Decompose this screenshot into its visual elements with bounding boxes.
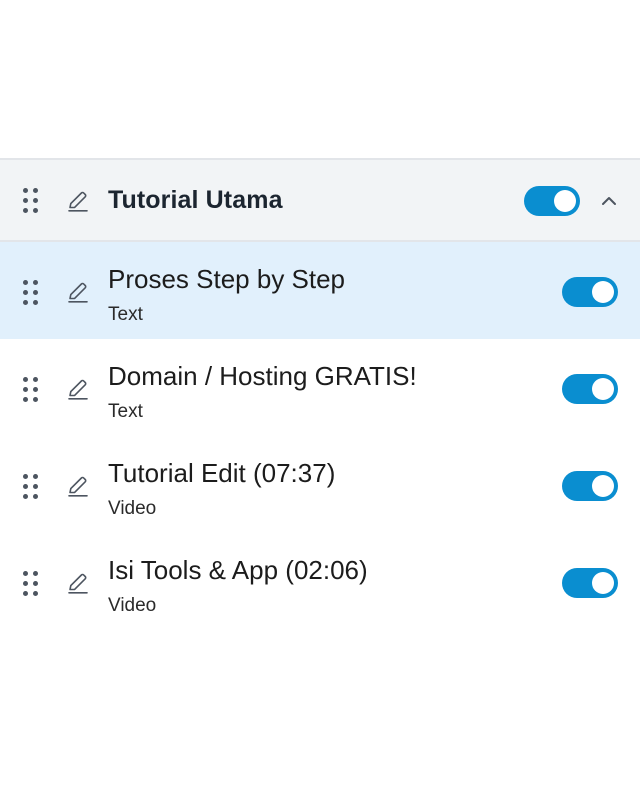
list-item[interactable]: Proses Step by Step Text (0, 242, 640, 339)
item-toggle[interactable] (562, 277, 618, 307)
drag-handle-icon[interactable] (23, 280, 39, 306)
item-type: Text (108, 304, 143, 325)
toggle-knob (554, 190, 576, 212)
drag-handle-icon[interactable] (23, 474, 39, 500)
item-title: Proses Step by Step (108, 264, 346, 294)
item-type: Video (108, 595, 157, 616)
pencil-icon[interactable] (66, 474, 90, 498)
drag-handle-icon[interactable] (23, 377, 39, 403)
item-title: Domain / Hosting GRATIS! (108, 361, 417, 391)
item-type: Text (108, 401, 143, 422)
toggle-knob (592, 475, 614, 497)
item-title: Isi Tools & App (02:06) (108, 555, 368, 585)
drag-handle-icon[interactable] (23, 571, 39, 597)
pencil-icon[interactable] (66, 571, 90, 595)
list-item[interactable]: Tutorial Edit (07:37) Video (0, 436, 640, 533)
item-toggle[interactable] (562, 471, 618, 501)
item-toggle[interactable] (562, 568, 618, 598)
list-item[interactable]: Domain / Hosting GRATIS! Text (0, 339, 640, 436)
lesson-panel: Tutorial Utama Proses Step by Step Text (0, 158, 640, 630)
item-title: Tutorial Edit (07:37) (108, 458, 336, 488)
toggle-knob (592, 378, 614, 400)
section-header[interactable]: Tutorial Utama (0, 158, 640, 242)
item-type: Video (108, 498, 157, 519)
section-title: Tutorial Utama (108, 186, 283, 214)
pencil-icon[interactable] (66, 377, 90, 401)
pencil-icon[interactable] (66, 189, 90, 213)
drag-handle-icon[interactable] (23, 188, 39, 214)
chevron-up-icon[interactable] (598, 191, 620, 211)
pencil-icon[interactable] (66, 280, 90, 304)
toggle-knob (592, 572, 614, 594)
toggle-knob (592, 281, 614, 303)
item-toggle[interactable] (562, 374, 618, 404)
list-item[interactable]: Isi Tools & App (02:06) Video (0, 533, 640, 630)
section-toggle[interactable] (524, 186, 580, 216)
